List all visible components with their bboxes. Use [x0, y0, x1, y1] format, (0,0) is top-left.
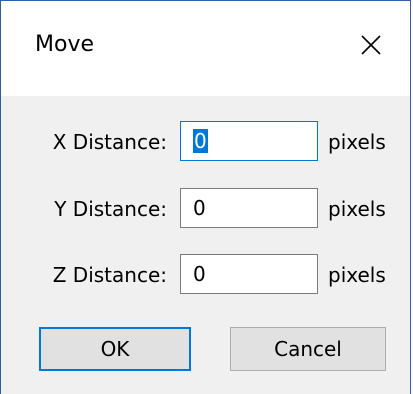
y-distance-input[interactable]: 0	[180, 188, 318, 228]
y-distance-label: Y Distance:	[54, 197, 167, 221]
y-distance-unit: pixels	[328, 197, 386, 221]
dialog-title: Move	[35, 32, 94, 57]
move-dialog: Move X Distance: 0 pixels Y Distance: 0 …	[0, 0, 411, 394]
x-distance-label: X Distance:	[52, 130, 167, 154]
cancel-button[interactable]: Cancel	[230, 327, 386, 371]
z-distance-label: Z Distance:	[52, 263, 167, 287]
close-icon	[360, 34, 382, 56]
x-distance-value: 0	[193, 129, 208, 153]
x-distance-unit: pixels	[328, 130, 386, 154]
close-button[interactable]	[341, 21, 401, 69]
x-distance-input[interactable]: 0	[180, 121, 318, 161]
title-bar: Move	[1, 1, 410, 96]
ok-button[interactable]: OK	[39, 327, 191, 371]
z-distance-input[interactable]: 0	[180, 254, 318, 294]
z-distance-unit: pixels	[328, 263, 386, 287]
